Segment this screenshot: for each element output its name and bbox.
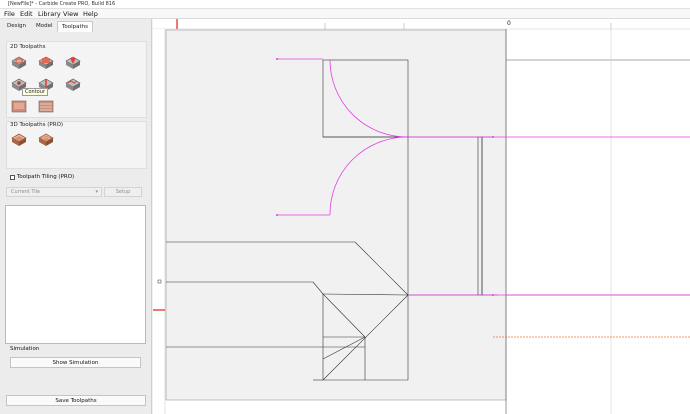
save-toolpaths-button[interactable]: Save Toolpaths — [6, 395, 146, 406]
menu-edit[interactable]: Edit — [20, 10, 33, 18]
3d-rough-toolpath-icon[interactable] — [10, 132, 28, 148]
menu-file[interactable]: File — [4, 10, 15, 18]
window-title: [NewFile]* - Carbide Create PRO, Build 8… — [8, 1, 116, 7]
toolpath-list[interactable] — [5, 205, 146, 344]
fillet-toolpath-icon[interactable] — [37, 99, 55, 115]
texture-toolpath-icon[interactable] — [64, 77, 82, 93]
toolpaths-3d-title: 3D Toolpaths (PRO) — [10, 122, 64, 128]
toolpath-tiling-checkbox[interactable] — [10, 175, 15, 180]
toolpath-panel: Design Model Toolpaths 2D Toolpaths Cont… — [0, 19, 152, 414]
engrave-toolpath-icon[interactable] — [10, 99, 28, 115]
origin-label: 0 — [507, 20, 511, 27]
setup-button[interactable]: Setup — [104, 187, 142, 197]
contour-tooltip: Contour — [22, 88, 48, 96]
menu-library[interactable]: Library — [38, 10, 61, 18]
current-tile-select[interactable]: Current Tile ▾ — [6, 187, 102, 197]
3d-finish-toolpath-icon[interactable] — [37, 132, 55, 148]
design-canvas[interactable]: 0 — [153, 19, 690, 414]
menu-bar: File Edit Library View Help — [0, 9, 690, 19]
chevron-down-icon: ▾ — [95, 189, 98, 195]
toolpath-tiling-label: Toolpath Tiling (PRO) — [17, 174, 75, 180]
tab-model[interactable]: Model — [32, 21, 57, 32]
vcarve-toolpath-icon[interactable] — [64, 55, 82, 71]
title-bar: [NewFile]* - Carbide Create PRO, Build 8… — [0, 0, 690, 9]
tab-toolpaths[interactable]: Toolpaths — [57, 21, 94, 32]
left-ruler — [153, 29, 165, 414]
toolpaths-2d-title: 2D Toolpaths — [10, 44, 46, 50]
panel-tabs: Design Model Toolpaths — [3, 21, 149, 32]
show-simulation-button[interactable]: Show Simulation — [10, 357, 141, 368]
menu-view[interactable]: View — [63, 10, 78, 18]
top-ruler — [153, 19, 690, 29]
menu-help[interactable]: Help — [83, 10, 98, 18]
simulation-label: Simulation — [10, 346, 40, 352]
contour-toolpath-icon[interactable] — [10, 55, 28, 71]
canvas-drawing: 0 — [153, 19, 690, 414]
pocket-toolpath-icon[interactable] — [37, 55, 55, 71]
stock-area — [165, 29, 507, 401]
current-tile-value: Current Tile — [11, 189, 41, 195]
tab-design[interactable]: Design — [3, 21, 30, 32]
